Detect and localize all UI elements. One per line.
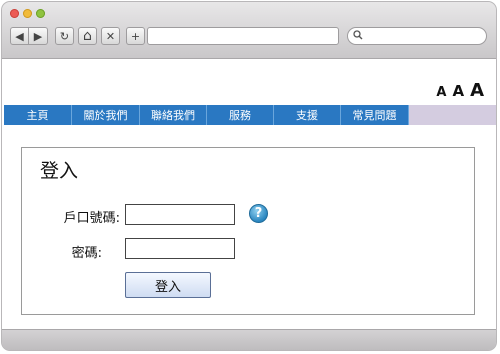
close-icon: ✕ bbox=[105, 29, 116, 43]
font-size-medium-button[interactable]: A bbox=[452, 82, 464, 100]
close-window-button[interactable] bbox=[10, 9, 19, 18]
reload-icon: ↻ bbox=[59, 29, 70, 43]
menu-item-services[interactable]: 服務 bbox=[207, 105, 274, 125]
home-icon: ⌂ bbox=[83, 28, 92, 44]
menu-item-faq[interactable]: 常見問題 bbox=[341, 105, 409, 125]
browser-window: ◀ ▶ ↻ ⌂ ✕ + A A A 主頁 關於我們 聯絡我們 服務 支援 常見問… bbox=[2, 2, 496, 350]
font-size-small-button[interactable]: A bbox=[436, 85, 446, 100]
login-panel: 登入 戶口號碼: ? 密碼: 登入 bbox=[21, 147, 475, 315]
reload-button[interactable]: ↻ bbox=[55, 27, 74, 45]
password-label: 密碼: bbox=[71, 246, 102, 261]
menu-item-contact[interactable]: 聯絡我們 bbox=[140, 105, 207, 125]
forward-arrow-icon: ▶ bbox=[33, 29, 43, 43]
stop-button[interactable]: ✕ bbox=[101, 27, 120, 45]
main-menu: 主頁 關於我們 聯絡我們 服務 支援 常見問題 bbox=[4, 105, 496, 125]
login-button[interactable]: 登入 bbox=[125, 272, 211, 298]
web-page: A A A 主頁 關於我們 聯絡我們 服務 支援 常見問題 登入 戶口號碼: ?… bbox=[2, 59, 496, 329]
plus-icon: + bbox=[130, 29, 141, 43]
zoom-window-button[interactable] bbox=[36, 9, 45, 18]
address-bar[interactable] bbox=[147, 27, 339, 45]
minimize-window-button[interactable] bbox=[23, 9, 32, 18]
back-arrow-icon: ◀ bbox=[15, 29, 24, 43]
browser-toolbar: ◀ ▶ ↻ ⌂ ✕ + bbox=[2, 2, 496, 59]
account-number-label: 戶口號碼: bbox=[63, 211, 120, 226]
home-button[interactable]: ⌂ bbox=[78, 27, 97, 45]
login-title: 登入 bbox=[40, 160, 79, 182]
help-icon[interactable]: ? bbox=[249, 204, 268, 223]
menu-item-support[interactable]: 支援 bbox=[274, 105, 341, 125]
back-button[interactable]: ◀ bbox=[10, 27, 29, 45]
account-number-input[interactable] bbox=[125, 204, 235, 225]
font-size-large-button[interactable]: A bbox=[470, 80, 484, 101]
password-input[interactable] bbox=[125, 238, 235, 259]
menu-item-about[interactable]: 關於我們 bbox=[72, 105, 140, 125]
search-icon bbox=[353, 29, 363, 43]
new-tab-button[interactable]: + bbox=[126, 27, 145, 45]
search-field[interactable] bbox=[347, 27, 487, 45]
font-size-controls: A A A bbox=[436, 80, 484, 101]
status-bar bbox=[2, 329, 496, 350]
menu-item-home[interactable]: 主頁 bbox=[4, 105, 72, 125]
forward-button[interactable]: ▶ bbox=[29, 27, 48, 45]
